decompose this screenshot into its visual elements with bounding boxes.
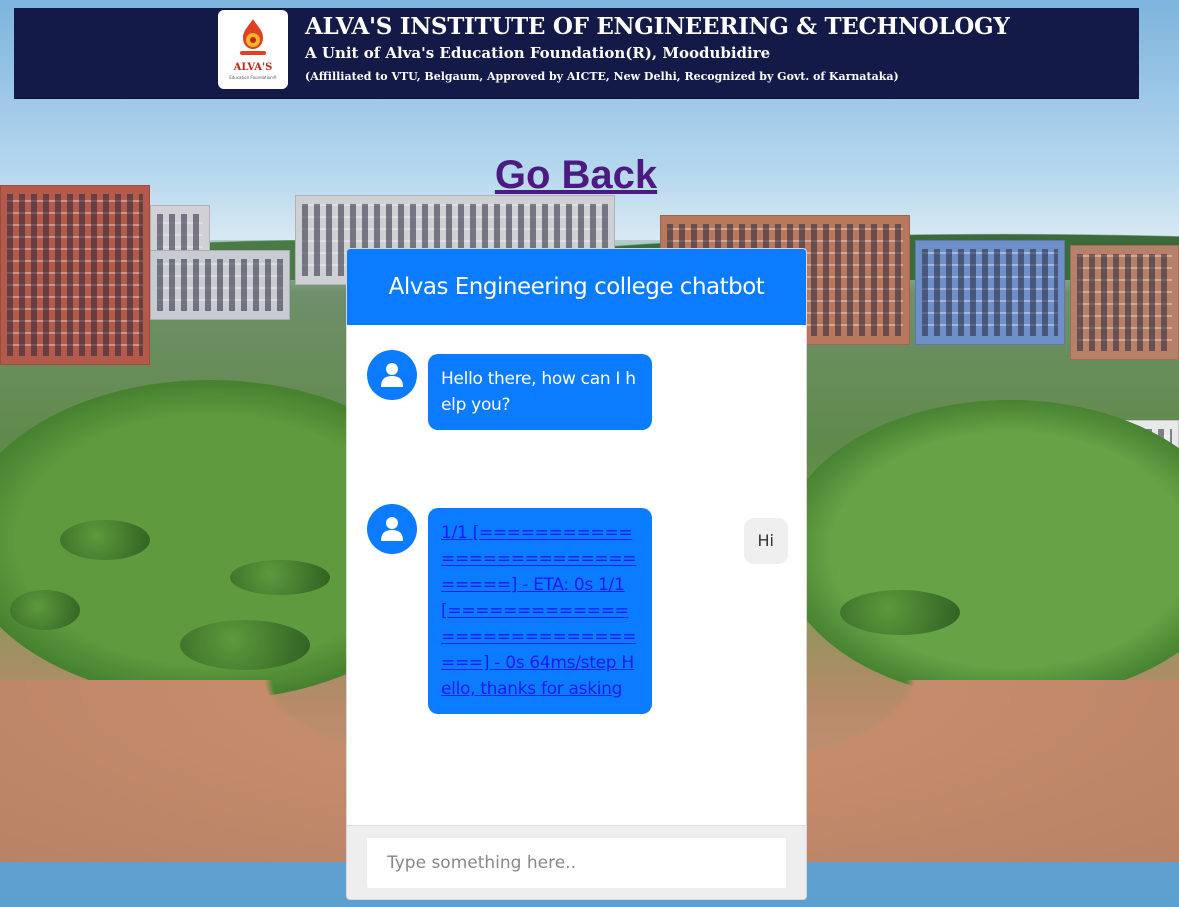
- institute-affiliation: (Affilliated to VTU, Belgaum, Approved b…: [305, 70, 899, 83]
- bot-response-link[interactable]: 1/1 [==============================] - E…: [441, 523, 637, 699]
- bot-avatar: [367, 504, 417, 554]
- user-message: Hi: [743, 518, 788, 564]
- message-input[interactable]: [367, 838, 786, 888]
- chat-messages[interactable]: Hello there, how can I help you? Hi 1/1 …: [347, 325, 806, 825]
- go-back-link[interactable]: Go Back: [0, 153, 1152, 198]
- user-icon: [381, 517, 403, 541]
- institute-title: ALVA'S INSTITUTE OF ENGINEERING & TECHNO…: [305, 13, 1010, 40]
- logo-wordmark: ALVA'S: [233, 62, 273, 73]
- logo-subtext: Education Foundation®: [229, 75, 277, 80]
- bot-message: 1/1 [==============================] - E…: [428, 508, 652, 714]
- bot-avatar: [367, 350, 417, 400]
- bot-message: Hello there, how can I help you?: [428, 354, 652, 430]
- chatbot-title: Alvas Engineering college chatbot: [347, 249, 806, 325]
- chatbot-window: Alvas Engineering college chatbot Hello …: [346, 248, 807, 900]
- institute-subtitle: A Unit of Alva's Education Foundation(R)…: [305, 44, 771, 62]
- institute-logo: ALVA'S Education Foundation®: [218, 10, 288, 89]
- flame-emblem-icon: [240, 19, 266, 55]
- chat-input-bar: [347, 825, 806, 899]
- institute-header: ALVA'S Education Foundation® ALVA'S INST…: [14, 8, 1139, 99]
- user-icon: [381, 363, 403, 387]
